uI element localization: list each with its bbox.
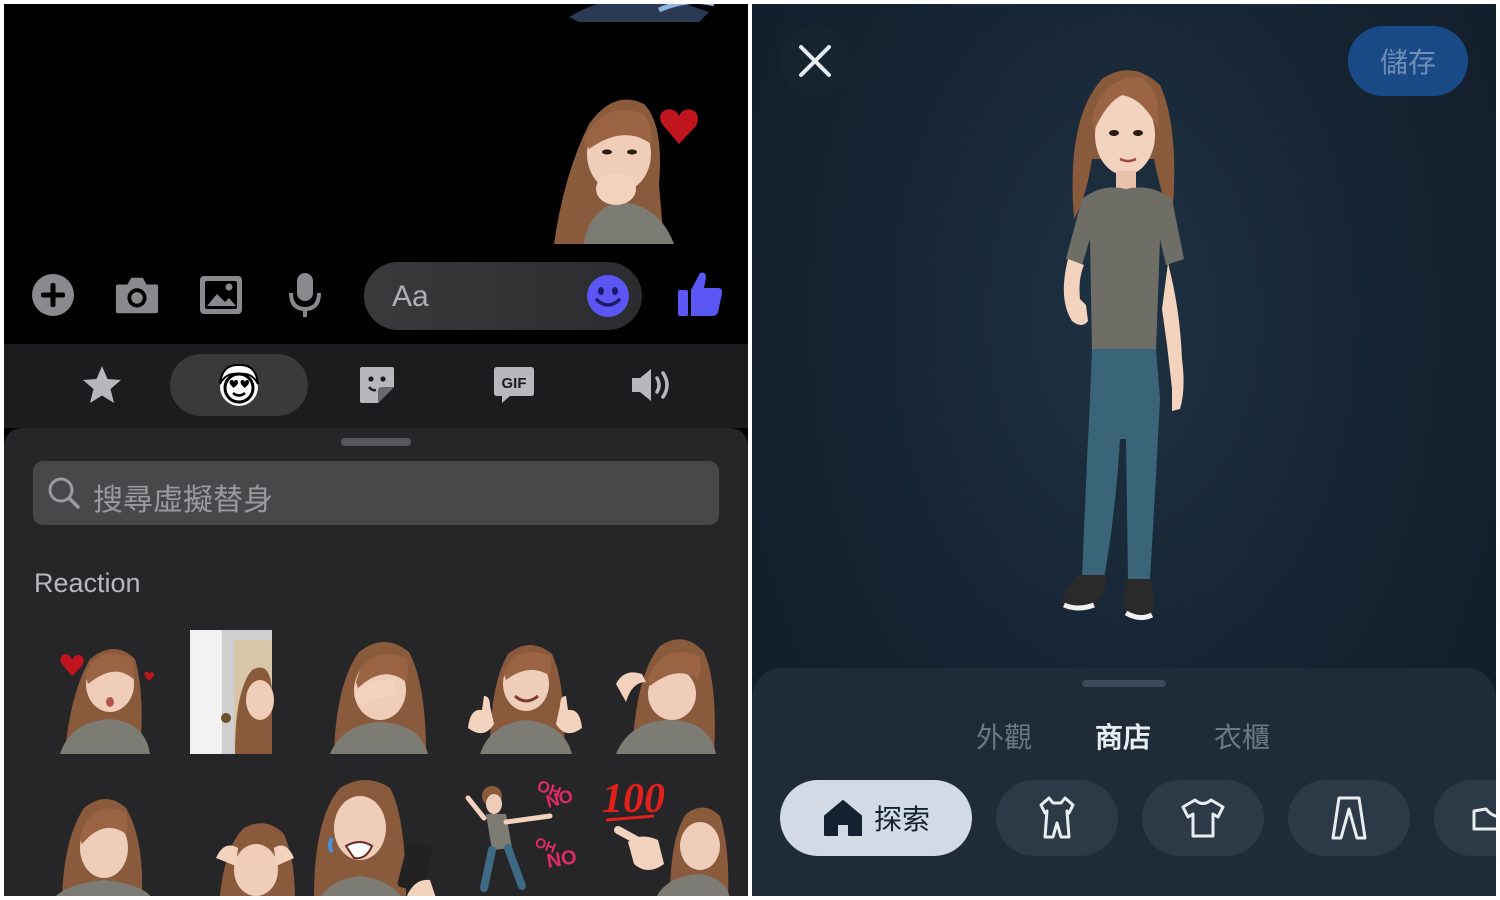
sticker-thumbs-up[interactable] bbox=[460, 624, 590, 754]
star-icon bbox=[83, 366, 121, 403]
close-button[interactable] bbox=[780, 26, 850, 96]
camera-icon bbox=[115, 277, 159, 314]
sticker-heart-kiss[interactable] bbox=[40, 624, 170, 754]
tab-favorites[interactable] bbox=[76, 354, 128, 416]
message-input[interactable]: Aa bbox=[364, 262, 642, 330]
category-tops[interactable] bbox=[1142, 780, 1264, 856]
outfit-icon bbox=[1039, 796, 1075, 839]
sticker-text-hundred: 100 bbox=[602, 776, 665, 822]
screenshot-root: Aa GIF 搜尋虛擬替身 Reaction OH NO OH NO 100 儲… bbox=[0, 0, 1500, 900]
sticker-shocked-phone[interactable] bbox=[310, 768, 440, 896]
tab-gif[interactable]: GIF bbox=[488, 354, 540, 416]
message-input-placeholder: Aa bbox=[392, 280, 429, 313]
search-placeholder: 搜尋虛擬替身 bbox=[93, 483, 273, 518]
section-title-reaction: Reaction bbox=[34, 568, 141, 598]
category-shoes[interactable] bbox=[1434, 780, 1496, 856]
avatar-preview[interactable] bbox=[1022, 59, 1212, 659]
category-outfits[interactable] bbox=[996, 780, 1118, 856]
sticker-door-peek[interactable] bbox=[190, 630, 320, 760]
tshirt-icon bbox=[1181, 798, 1225, 838]
avatar-face-icon bbox=[219, 363, 259, 406]
close-icon bbox=[799, 45, 831, 77]
sticker-stressed[interactable] bbox=[190, 788, 320, 896]
add-icon bbox=[32, 274, 74, 316]
chat-area bbox=[4, 4, 748, 244]
voice-button[interactable] bbox=[282, 272, 328, 318]
message-composer: Aa bbox=[4, 244, 748, 344]
sheet-grabber[interactable] bbox=[341, 438, 411, 446]
image-icon bbox=[200, 276, 242, 314]
add-button[interactable] bbox=[30, 272, 76, 318]
pants-icon bbox=[1331, 796, 1367, 840]
segment-appearance[interactable]: 外觀 bbox=[976, 716, 1032, 756]
segment-shop[interactable]: 商店 bbox=[1095, 716, 1151, 756]
microphone-icon bbox=[289, 273, 321, 317]
sticker-facepalm[interactable] bbox=[314, 624, 444, 754]
gallery-button[interactable] bbox=[198, 272, 244, 318]
avatar-search-input[interactable]: 搜尋虛擬替身 bbox=[33, 461, 719, 525]
sound-icon bbox=[632, 369, 669, 401]
sticker-unimpressed[interactable] bbox=[40, 768, 170, 896]
search-icon bbox=[48, 477, 80, 509]
sticker-text-no-2: NO bbox=[545, 846, 578, 873]
sticker-tabbar: GIF bbox=[4, 344, 748, 428]
camera-button[interactable] bbox=[114, 272, 160, 318]
shoe-icon bbox=[1472, 807, 1496, 831]
sent-avatar-sticker[interactable] bbox=[544, 84, 714, 244]
category-bottoms[interactable] bbox=[1288, 780, 1410, 856]
sticker-headache[interactable] bbox=[602, 624, 732, 754]
home-icon bbox=[823, 800, 862, 836]
messenger-panel: Aa GIF 搜尋虛擬替身 Reaction OH NO OH NO 100 bbox=[4, 4, 748, 896]
sticker-oh-no[interactable]: OH NO OH NO bbox=[462, 768, 592, 896]
bottom-sheet-grabber[interactable] bbox=[1082, 680, 1166, 687]
sticker-icon bbox=[360, 367, 394, 403]
previous-sticker-fragment bbox=[569, 4, 714, 22]
gif-label: GIF bbox=[502, 375, 527, 392]
smiley-icon[interactable] bbox=[586, 274, 630, 318]
category-explore[interactable]: 探索 bbox=[780, 780, 972, 856]
thumbs-up-icon[interactable] bbox=[676, 270, 724, 318]
gif-icon: GIF bbox=[494, 367, 534, 403]
tab-stickers[interactable] bbox=[352, 354, 402, 416]
avatar-editor-panel: 儲存 外觀 商店 衣櫃 探索 bbox=[752, 4, 1496, 896]
editor-bottom-sheet: 外觀 商店 衣櫃 探索 bbox=[752, 668, 1496, 896]
tab-sounds[interactable] bbox=[626, 354, 678, 416]
avatar-sticker-sheet: 搜尋虛擬替身 Reaction OH NO OH NO 100 bbox=[4, 428, 748, 896]
save-button[interactable]: 儲存 bbox=[1348, 26, 1468, 96]
segment-closet[interactable]: 衣櫃 bbox=[1214, 716, 1270, 756]
category-explore-label: 探索 bbox=[873, 803, 930, 836]
tab-avatar[interactable] bbox=[170, 354, 308, 416]
sticker-hundred[interactable]: 100 bbox=[600, 768, 730, 896]
